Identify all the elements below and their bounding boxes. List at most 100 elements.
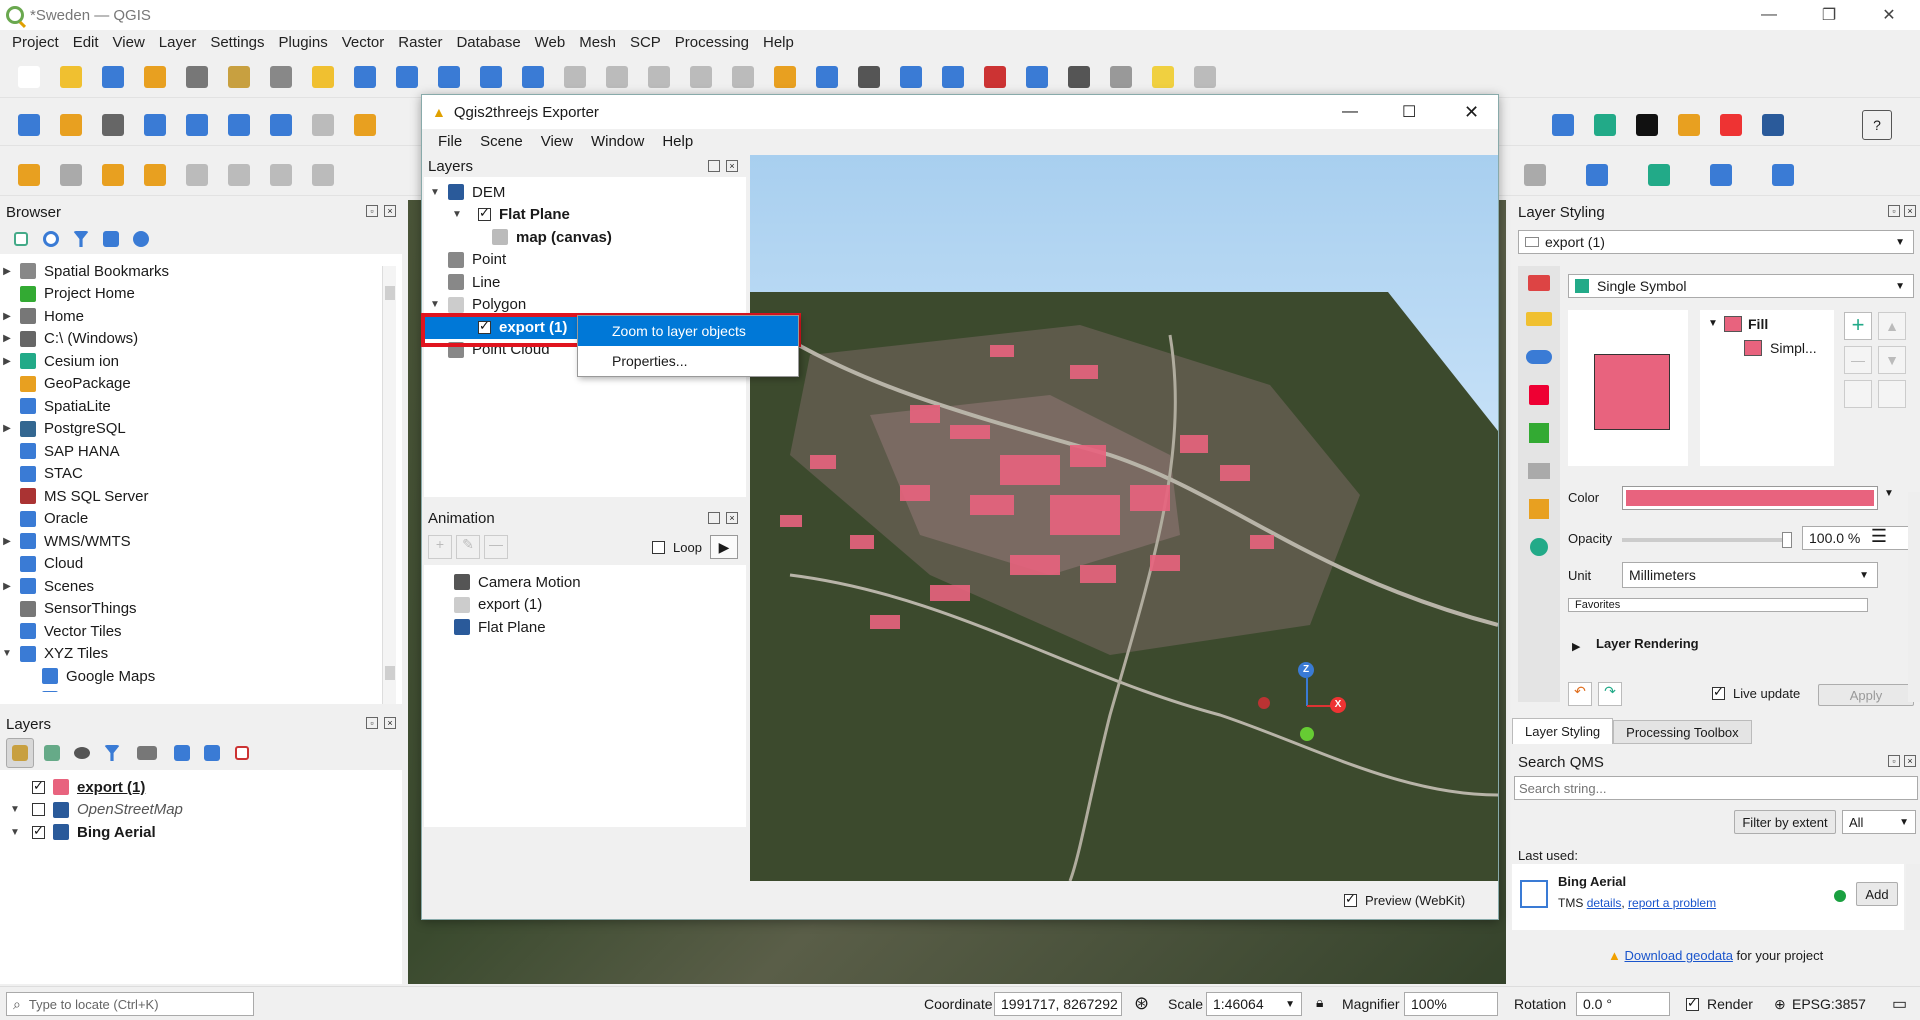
exporter-menu-view[interactable]: View bbox=[541, 133, 573, 150]
tab-layer-styling[interactable]: Layer Styling bbox=[1512, 718, 1614, 744]
toolbar-1-button-10-icon[interactable] bbox=[392, 62, 422, 92]
chevron-right-icon[interactable]: ▶ bbox=[0, 581, 14, 592]
report-problem-link[interactable]: report a problem bbox=[1628, 896, 1716, 910]
browser-item[interactable]: Oracle bbox=[0, 508, 402, 531]
labels-tab-icon[interactable] bbox=[1518, 300, 1560, 338]
live-update-checkbox[interactable]: Live update bbox=[1712, 684, 1800, 701]
styling-scrollbar[interactable] bbox=[1908, 492, 1920, 702]
chevron-down-icon[interactable]: ▼ bbox=[1884, 488, 1894, 499]
locator-field[interactable]: ⌕ Type to locate (Ctrl+K) bbox=[6, 992, 254, 1016]
menu-database[interactable]: Database bbox=[456, 34, 520, 51]
animation-item[interactable]: Flat Plane bbox=[424, 616, 746, 639]
menu-settings[interactable]: Settings bbox=[210, 34, 264, 51]
toolbar-3-button-6-icon[interactable] bbox=[224, 160, 254, 190]
chevron-right-icon[interactable]: ▶ bbox=[0, 423, 14, 434]
chevron-down-icon[interactable]: ▼ bbox=[428, 187, 442, 198]
add-selected-icon[interactable] bbox=[10, 224, 32, 254]
legend-tab-icon[interactable] bbox=[1518, 490, 1560, 528]
browser-item[interactable]: ▶ PostgreSQL bbox=[0, 418, 402, 441]
exporter-layer-item[interactable]: Line bbox=[424, 271, 746, 294]
menu-processing[interactable]: Processing bbox=[675, 34, 749, 51]
layer-item[interactable]: ▼ OpenStreetMap bbox=[0, 799, 402, 822]
toolbar-1-button-16-icon[interactable] bbox=[644, 62, 674, 92]
exporter-maximize-button[interactable]: ☐ bbox=[1402, 102, 1416, 122]
toolbar-3-button-1-icon[interactable] bbox=[14, 160, 44, 190]
unit-select[interactable]: Millimeters ▼ bbox=[1622, 562, 1878, 588]
layer-visibility-checkbox[interactable] bbox=[32, 778, 45, 794]
toolbar-1-button-2-icon[interactable] bbox=[56, 62, 86, 92]
toolbar-1-button-14-icon[interactable] bbox=[560, 62, 590, 92]
browser-item[interactable]: SpatiaLite bbox=[0, 395, 402, 418]
toolbar-1-button-11-icon[interactable] bbox=[434, 62, 464, 92]
undo-icon[interactable]: ↶ bbox=[1568, 682, 1592, 706]
coordinate-toggle-icon[interactable]: ⊛ bbox=[1134, 993, 1149, 1014]
zoom-to-layer-objects-menu-item[interactable]: Zoom to layer objects bbox=[578, 316, 798, 346]
download-geodata-link[interactable]: Download geodata bbox=[1625, 948, 1733, 963]
filter-by-extent-button[interactable]: Filter by extent bbox=[1734, 810, 1836, 834]
toolbar-1-button-4-icon[interactable] bbox=[140, 62, 170, 92]
plugin-toolbar-button-3-icon[interactable] bbox=[1632, 110, 1662, 140]
layer-visibility-checkbox[interactable] bbox=[32, 823, 45, 839]
opacity-slider[interactable] bbox=[1622, 532, 1792, 548]
chevron-right-icon[interactable]: ▶ bbox=[1572, 640, 1580, 653]
live-update-check[interactable] bbox=[1712, 684, 1725, 700]
menu-project[interactable]: Project bbox=[12, 34, 59, 51]
toolbar-1-button-25-icon[interactable] bbox=[1022, 62, 1052, 92]
plugin-toolbar-button-2-icon[interactable] bbox=[1590, 110, 1620, 140]
coordinate-field[interactable]: 1991717, 8267292 bbox=[994, 992, 1122, 1016]
exporter-layer-item[interactable]: ▼ DEM bbox=[424, 181, 746, 204]
history-tab-icon[interactable] bbox=[1518, 528, 1560, 566]
toolbar-2-button-5-icon[interactable] bbox=[182, 110, 212, 140]
fields-tab-icon[interactable] bbox=[1518, 452, 1560, 490]
renderer-select[interactable]: Single Symbol ▼ bbox=[1568, 274, 1914, 298]
expand-all-icon[interactable] bbox=[170, 738, 194, 768]
browser-item[interactable]: OpenStreetMap bbox=[0, 688, 402, 692]
animation-item[interactable]: Camera Motion bbox=[424, 571, 746, 594]
toolbar-2-button-7-icon[interactable] bbox=[266, 110, 296, 140]
toolbar-3-button-3-icon[interactable] bbox=[98, 160, 128, 190]
fill-label[interactable]: Fill bbox=[1748, 316, 1768, 332]
browser-item[interactable]: ▶ C:\ (Windows) bbox=[0, 328, 402, 351]
close-panel-icon[interactable]: × bbox=[726, 160, 738, 172]
toolbar-1-button-5-icon[interactable] bbox=[182, 62, 212, 92]
browser-scrollbar[interactable] bbox=[382, 266, 396, 704]
messages-icon[interactable]: ▭ bbox=[1892, 994, 1907, 1014]
layer-visibility-checkbox[interactable] bbox=[478, 318, 491, 334]
tab-processing-toolbox[interactable]: Processing Toolbox bbox=[1613, 720, 1752, 744]
styling-layer-select[interactable]: export (1) ▼ bbox=[1518, 230, 1914, 254]
scale-field[interactable]: 1:46064 ▼ bbox=[1206, 992, 1302, 1016]
menu-raster[interactable]: Raster bbox=[398, 34, 442, 51]
toolbar-1-button-23-icon[interactable] bbox=[938, 62, 968, 92]
add-group-icon[interactable] bbox=[40, 738, 64, 768]
toolbar-2-button-8-icon[interactable] bbox=[308, 110, 338, 140]
diagrams-tab-icon[interactable] bbox=[1518, 414, 1560, 452]
layer-item[interactable]: export (1) bbox=[0, 776, 402, 799]
duplicate-button[interactable] bbox=[1844, 380, 1872, 408]
chevron-down-icon[interactable]: ▼ bbox=[428, 299, 442, 310]
exporter-menu-file[interactable]: File bbox=[438, 133, 462, 150]
qms-service-item[interactable]: Bing Aerial TMS details, report a proble… bbox=[1512, 864, 1904, 930]
chevron-right-icon[interactable]: ▶ bbox=[0, 266, 14, 277]
data-defined-override-icon[interactable]: ☰ bbox=[1864, 526, 1894, 550]
exporter-minimize-button[interactable]: — bbox=[1342, 103, 1358, 121]
browser-item[interactable]: MS SQL Server bbox=[0, 485, 402, 508]
remove-layer-icon[interactable] bbox=[230, 738, 254, 768]
crs-button[interactable]: EPSG:3857 bbox=[1792, 996, 1866, 1012]
toolbar-1-button-9-icon[interactable] bbox=[350, 62, 380, 92]
toolbar-1-button-7-icon[interactable] bbox=[266, 62, 296, 92]
menu-help[interactable]: Help bbox=[763, 34, 794, 51]
opacity-spinbox[interactable]: 100.0 % bbox=[1802, 526, 1912, 550]
masks-tab-icon[interactable] bbox=[1518, 338, 1560, 376]
toolbar-1-button-29-icon[interactable] bbox=[1190, 62, 1220, 92]
toolbar-1-button-19-icon[interactable] bbox=[770, 62, 800, 92]
render-check[interactable] bbox=[1686, 995, 1699, 1011]
plugin-toolbar-button-6-icon[interactable] bbox=[1758, 110, 1788, 140]
menu-scp[interactable]: SCP bbox=[630, 34, 661, 51]
browser-item[interactable]: ▶ Spatial Bookmarks bbox=[0, 260, 402, 283]
minimize-button[interactable]: — bbox=[1746, 0, 1792, 30]
float-panel-icon[interactable] bbox=[708, 512, 720, 524]
pin-icon[interactable] bbox=[1582, 160, 1612, 190]
chevron-down-icon[interactable]: ▼ bbox=[0, 648, 14, 659]
visibility-icon[interactable] bbox=[70, 738, 94, 768]
layer-item[interactable]: ▼ Bing Aerial bbox=[0, 821, 402, 844]
